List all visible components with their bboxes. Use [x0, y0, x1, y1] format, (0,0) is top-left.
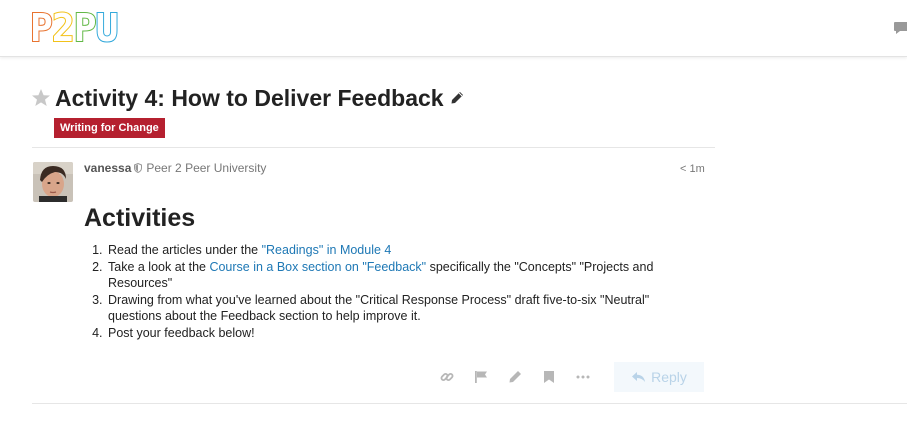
list-item: Post your feedback below! — [106, 325, 706, 342]
site-header: P 2 P U — [0, 0, 907, 57]
item-text: Take a look at the — [108, 259, 210, 274]
list-item: Take a look at the Course in a Box secti… — [106, 259, 706, 292]
p2pu-logo[interactable]: P 2 P U — [29, 6, 120, 50]
logo-letter: P — [29, 6, 54, 50]
avatar[interactable] — [33, 162, 73, 202]
item-text: Post your feedback below! — [108, 325, 255, 340]
list-item: Drawing from what you've learned about t… — [106, 292, 706, 325]
link-icon[interactable] — [430, 363, 464, 391]
logo-letter: U — [95, 6, 120, 50]
edit-icon[interactable] — [498, 363, 532, 391]
course-in-a-box-link[interactable]: Course in a Box section on "Feedback" — [209, 260, 426, 274]
post-meta: vanessa Peer 2 Peer University — [84, 161, 266, 175]
activity-list: Read the articles under the "Readings" i… — [84, 242, 706, 341]
item-text: Drawing from what you've learned about t… — [108, 292, 650, 324]
readings-link[interactable]: "Readings" in Module 4 — [262, 243, 392, 257]
reply-label: Reply — [651, 369, 687, 385]
post-heading: Activities — [84, 204, 196, 232]
reply-button[interactable]: Reply — [614, 362, 704, 392]
divider — [32, 147, 715, 148]
item-text: Read the articles under the — [108, 243, 262, 257]
user-title: Peer 2 Peer University — [146, 161, 267, 175]
post-age[interactable]: < 1m — [680, 163, 705, 175]
list-item: Read the articles under the "Readings" i… — [106, 242, 706, 259]
category-badge[interactable]: Writing for Change — [54, 118, 165, 138]
logo-letter: P — [73, 6, 98, 50]
shield-icon — [134, 163, 143, 173]
logo-letter: 2 — [51, 6, 76, 50]
post-actions: Reply — [430, 362, 704, 392]
topic-title-row: Activity 4: How to Deliver Feedback — [31, 84, 464, 112]
pencil-icon[interactable] — [450, 91, 464, 105]
username[interactable]: vanessa — [84, 161, 131, 175]
bookmark-icon[interactable] — [532, 363, 566, 391]
avatar-image — [33, 162, 73, 202]
divider — [32, 403, 907, 404]
chat-icon[interactable] — [893, 20, 907, 36]
flag-icon[interactable] — [464, 363, 498, 391]
reply-icon — [632, 372, 646, 382]
more-icon[interactable] — [566, 363, 600, 391]
star-icon[interactable] — [31, 88, 51, 108]
topic-title: Activity 4: How to Deliver Feedback — [55, 85, 444, 111]
